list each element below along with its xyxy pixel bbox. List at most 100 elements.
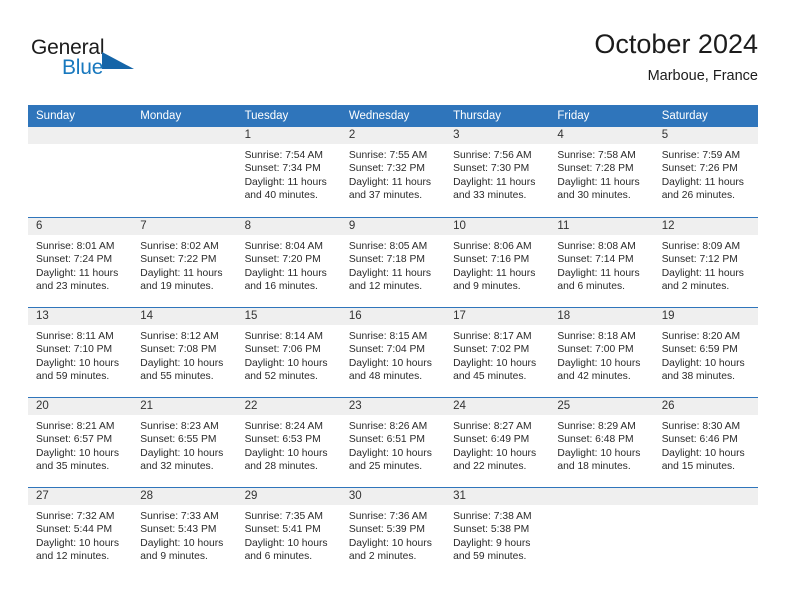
day-cell[interactable]: 17 Sunrise: 8:17 AM Sunset: 7:02 PM Dayligh… (445, 308, 550, 397)
daylight-text-line2: and 23 minutes. (36, 281, 110, 293)
day-number: 17 (453, 310, 466, 322)
day-cell[interactable]: 31 Sunrise: 7:38 AM Sunset: 5:38 PM Dayligh… (445, 488, 550, 577)
daylight-text-line1: Daylight: 9 hours (453, 537, 531, 549)
day-details: Sunrise: 8:01 AM Sunset: 7:24 PM Daylight:… (28, 235, 132, 294)
day-cell[interactable]: 16 Sunrise: 8:15 AM Sunset: 7:04 PM Dayligh… (340, 308, 446, 397)
day-cell[interactable]: 14 Sunrise: 8:12 AM Sunset: 7:08 PM Dayligh… (132, 308, 237, 397)
daylight-text-line1: Daylight: 11 hours (244, 267, 327, 279)
day-details: Sunrise: 7:33 AM Sunset: 5:43 PM Daylight:… (132, 505, 236, 564)
sunrise-text: Sunrise: 8:21 AM (36, 421, 115, 432)
sunset-text: Sunset: 6:53 PM (244, 434, 321, 446)
daylight-text-line1: Daylight: 10 hours (348, 357, 432, 369)
daylight-text-line2: and 52 minutes. (244, 371, 318, 383)
day-details: Sunrise: 8:18 AM Sunset: 7:00 PM Daylight:… (549, 325, 653, 384)
day-number: 26 (661, 400, 675, 412)
day-cell[interactable]: 3 Sunrise: 7:56 AM Sunset: 7:30 PM Daylight… (445, 127, 550, 217)
day-number-band: 24 (445, 398, 550, 415)
day-details: Sunrise: 7:32 AM Sunset: 5:44 PM Daylight:… (28, 505, 132, 564)
day-cell[interactable]: 1 Sunrise: 7:54 AM Sunset: 7:34 PM Daylight… (236, 127, 341, 217)
day-details: Sunrise: 8:29 AM Sunset: 6:48 PM Daylight:… (549, 415, 653, 474)
location-subtitle: Marboue, France (647, 68, 758, 84)
day-cell[interactable]: 9 Sunrise: 8:05 AM Sunset: 7:18 PM Daylight… (340, 218, 446, 307)
day-number-band: 5 (653, 127, 758, 144)
day-cell[interactable]: 10 Sunrise: 8:06 AM Sunset: 7:16 PM Dayligh… (445, 218, 550, 307)
daylight-text-line2: and 22 minutes. (453, 461, 527, 473)
day-cell[interactable]: 20 Sunrise: 8:21 AM Sunset: 6:57 PM Dayligh… (28, 398, 133, 487)
daylight-text-line2: and 16 minutes. (244, 281, 318, 293)
calendar-weeks: 1 Sunrise: 7:54 AM Sunset: 7:34 PM Daylight… (28, 127, 758, 577)
day-number: 31 (453, 490, 466, 502)
day-number-band: 18 (549, 308, 654, 325)
day-number-band: 19 (653, 308, 758, 325)
day-number-band: 10 (445, 218, 550, 235)
daylight-text-line2: and 9 minutes. (140, 551, 208, 563)
day-cell[interactable]: 19 Sunrise: 8:20 AM Sunset: 6:59 PM Dayligh… (653, 308, 758, 397)
day-details: Sunrise: 8:26 AM Sunset: 6:51 PM Daylight:… (341, 415, 445, 474)
sunrise-text: Sunrise: 8:27 AM (453, 421, 532, 432)
day-cell[interactable]: 22 Sunrise: 8:24 AM Sunset: 6:53 PM Dayligh… (236, 398, 341, 487)
day-cell[interactable]: 28 Sunrise: 7:33 AM Sunset: 5:43 PM Dayligh… (132, 488, 237, 577)
day-cell[interactable]: 4 Sunrise: 7:58 AM Sunset: 7:28 PM Daylight… (549, 127, 654, 217)
daylight-text-line1: Daylight: 10 hours (244, 447, 328, 459)
sunrise-text: Sunrise: 8:17 AM (453, 331, 532, 342)
sunrise-text: Sunrise: 8:18 AM (557, 331, 636, 342)
day-cell[interactable]: 8 Sunrise: 8:04 AM Sunset: 7:20 PM Daylight… (236, 218, 341, 307)
day-cell[interactable]: 24 Sunrise: 8:27 AM Sunset: 6:49 PM Dayligh… (445, 398, 550, 487)
daylight-text-line1: Daylight: 11 hours (36, 267, 119, 279)
day-cell[interactable]: 2 Sunrise: 7:55 AM Sunset: 7:32 PM Daylight… (340, 127, 446, 217)
daylight-text-line1: Daylight: 10 hours (244, 537, 328, 549)
general-blue-logo[interactable]: General Blue (31, 36, 171, 88)
sunrise-text: Sunrise: 8:12 AM (140, 331, 219, 342)
day-cell[interactable]: 30 Sunrise: 7:36 AM Sunset: 5:39 PM Dayligh… (340, 488, 446, 577)
day-cell[interactable]: 23 Sunrise: 8:26 AM Sunset: 6:51 PM Dayligh… (340, 398, 446, 487)
day-cell[interactable]: 15 Sunrise: 8:14 AM Sunset: 7:06 PM Dayligh… (236, 308, 341, 397)
sunset-text: Sunset: 7:34 PM (244, 163, 321, 175)
day-number: 18 (557, 310, 571, 322)
day-cell[interactable]: 21 Sunrise: 8:23 AM Sunset: 6:55 PM Dayligh… (132, 398, 237, 487)
daylight-text-line2: and 30 minutes. (557, 190, 631, 202)
sunrise-text: Sunrise: 7:54 AM (244, 150, 323, 161)
day-cell[interactable]: 6 Sunrise: 8:01 AM Sunset: 7:24 PM Daylight… (28, 218, 133, 307)
day-cell[interactable]: 11 Sunrise: 8:08 AM Sunset: 7:14 PM Dayligh… (549, 218, 654, 307)
sunset-text: Sunset: 6:59 PM (661, 344, 738, 356)
day-number-band: 30 (340, 488, 446, 505)
day-cell[interactable]: 25 Sunrise: 8:29 AM Sunset: 6:48 PM Dayligh… (549, 398, 654, 487)
daylight-text-line1: Daylight: 10 hours (661, 447, 745, 459)
sunset-text: Sunset: 5:38 PM (453, 524, 530, 536)
day-cell[interactable]: 27 Sunrise: 7:32 AM Sunset: 5:44 PM Dayligh… (28, 488, 133, 577)
daylight-text-line1: Daylight: 11 hours (453, 176, 536, 188)
day-number: 9 (348, 220, 356, 232)
sunset-text: Sunset: 7:18 PM (348, 254, 425, 266)
daylight-text-line2: and 12 minutes. (36, 551, 110, 563)
day-number-band (28, 127, 133, 144)
weekday-header-row: Sunday Monday Tuesday Wednesday Thursday Frid… (28, 105, 758, 127)
day-number-band (132, 127, 237, 144)
daylight-text-line2: and 19 minutes. (140, 281, 214, 293)
page-title: October 2024 (594, 29, 758, 59)
sunrise-text: Sunrise: 8:11 AM (36, 331, 114, 342)
triangle-icon (102, 52, 134, 69)
day-number: 25 (557, 400, 571, 412)
sunrise-text: Sunrise: 7:56 AM (453, 150, 532, 161)
day-cell[interactable]: 29 Sunrise: 7:35 AM Sunset: 5:41 PM Dayligh… (236, 488, 341, 577)
daylight-text-line1: Daylight: 11 hours (661, 267, 744, 279)
sunset-text: Sunset: 7:26 PM (661, 163, 738, 175)
day-cell[interactable]: 7 Sunrise: 8:02 AM Sunset: 7:22 PM Daylight… (132, 218, 237, 307)
day-cell[interactable]: 13 Sunrise: 8:11 AM Sunset: 7:10 PM Dayligh… (28, 308, 133, 397)
weekday-header-sunday: Sunday (36, 110, 76, 122)
daylight-text-line2: and 37 minutes. (348, 190, 423, 202)
day-number-band: 3 (445, 127, 550, 144)
day-cell[interactable]: 12 Sunrise: 8:09 AM Sunset: 7:12 PM Dayligh… (653, 218, 758, 307)
day-number: 7 (140, 220, 147, 232)
day-cell[interactable]: 18 Sunrise: 8:18 AM Sunset: 7:00 PM Dayligh… (549, 308, 654, 397)
daylight-text-line1: Daylight: 10 hours (140, 357, 224, 369)
day-cell[interactable]: 5 Sunrise: 7:59 AM Sunset: 7:26 PM Daylight… (653, 127, 758, 217)
day-cell[interactable]: 26 Sunrise: 8:30 AM Sunset: 6:46 PM Dayligh… (653, 398, 758, 487)
daylight-text-line1: Daylight: 11 hours (140, 267, 223, 279)
logo-text-blue: Blue (62, 56, 104, 79)
sunrise-text: Sunrise: 8:08 AM (557, 241, 636, 252)
calendar-week-row: 6 Sunrise: 8:01 AM Sunset: 7:24 PM Daylight… (28, 217, 758, 307)
day-details: Sunrise: 8:12 AM Sunset: 7:08 PM Daylight:… (132, 325, 236, 384)
day-cell-empty (132, 127, 237, 217)
day-number: 15 (244, 310, 258, 322)
